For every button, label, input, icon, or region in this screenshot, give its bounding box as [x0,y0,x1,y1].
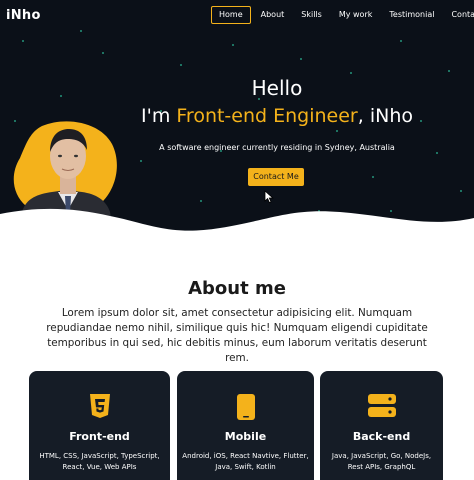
skill-card-title: Front-end [69,430,130,443]
nav-link-skills[interactable]: Skills [294,6,329,24]
nav-link-home[interactable]: Home [211,6,251,24]
skill-card-back-end: Back-end Java, JavaScript, Go, NodeJs, R… [320,371,443,480]
html5-icon [89,394,110,418]
skill-card-desc: HTML, CSS, JavaScript, TypeScript, React… [39,452,160,471]
hero-role: Front-end Engineer [176,105,358,127]
server-icon [367,394,396,417]
nav-link-about[interactable]: About [254,6,292,24]
hero-greeting: Hello [251,76,303,100]
skill-card-desc: Java, JavaScript, Go, NodeJs, Rest APIs,… [331,452,432,471]
top-navbar: iNho Home About Skills My work Testimoni… [0,0,474,30]
nav-link-testimonial[interactable]: Testimonial [382,6,441,24]
skill-card-mobile: Mobile Android, iOS, React Navtive, Flut… [177,371,314,480]
hero-intro-prefix: I'm [141,105,177,127]
nav-links: Home About Skills My work Testimonial Co… [211,6,474,24]
hero-intro-suffix: , iNho [357,105,413,127]
hero-headline: I'm Front-end Engineer, iNho [0,105,474,127]
skill-card-title: Back-end [352,430,411,443]
about-title: About me [188,278,286,299]
hero-tagline: A software engineer currently residing i… [159,143,395,152]
nav-link-contact[interactable]: Contact [444,6,474,24]
nav-link-my-work[interactable]: My work [332,6,380,24]
skill-card-title: Mobile [224,430,267,443]
contact-me-button[interactable]: Contact Me [248,168,304,186]
hero-wave-divider [0,208,474,260]
about-text: Lorem ipsum dolor sit, amet consectetur … [46,307,428,364]
site-logo[interactable]: iNho [6,8,41,23]
skill-card-front-end: Front-end HTML, CSS, JavaScript, TypeScr… [29,371,170,480]
skill-card-desc: Android, iOS, React Navtive, Flutter, Ja… [182,452,309,471]
mobile-phone-icon [236,394,255,420]
